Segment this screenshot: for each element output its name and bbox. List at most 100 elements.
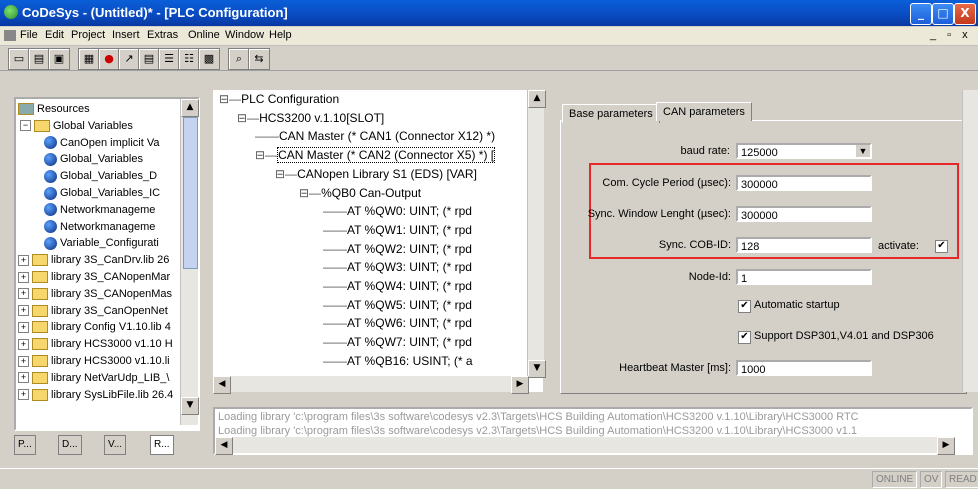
scroll-right-icon[interactable]: ▶ [511,376,529,394]
find-icon[interactable]: ⌕ [228,48,250,70]
step-icon[interactable]: ☷ [178,48,200,70]
title-bar[interactable]: CoDeSys - (Untitled)* - [PLC Configurati… [0,0,978,26]
collapse-icon[interactable]: ⊟— [299,186,321,200]
scroll-down-icon[interactable]: ▼ [528,360,546,378]
resource-tree-item[interactable]: + library HCS3000 v1.10.li [18,353,170,369]
menu-file[interactable]: File [20,29,38,41]
resource-tree-item[interactable]: + library 3S_CanOpenNet [18,303,168,319]
close-button[interactable]: X [954,3,976,25]
config-tree-item[interactable]: ——AT %QW6: UINT; (* rpd [323,316,472,330]
node-id-input[interactable]: 1 [736,269,872,285]
maximize-button[interactable]: □ [932,3,954,25]
expand-icon[interactable]: + [18,271,29,283]
resource-tree-item[interactable]: + library 3S_CANopenMas [18,286,172,302]
resource-tree-item[interactable]: Networkmanageme [44,219,155,235]
collapse-icon[interactable]: ⊟— [255,148,277,162]
config-tree-item[interactable]: ——AT %QW5: UINT; (* rpd [323,298,472,312]
resource-tree-item[interactable]: − Global Variables [20,118,133,134]
mdi-controls[interactable]: _ ▫ x [930,29,972,41]
collapse-icon[interactable]: − [20,120,31,132]
resource-tree-item[interactable]: + library Config V1.10.lib 4 [18,319,171,335]
heartbeat-input[interactable]: 1000 [736,360,872,376]
config-tree-item[interactable]: ——AT %QW1: UINT; (* rpd [323,223,472,237]
collapse-icon[interactable]: ⊟— [219,92,241,106]
menu-insert[interactable]: Insert [112,29,140,41]
tab-resources[interactable]: R... [150,435,174,455]
config-tree-item[interactable]: ——AT %QW2: UINT; (* rpd [323,242,472,256]
message-window[interactable]: Loading library 'c:\program files\3s sof… [213,407,973,455]
plc-configuration-tree[interactable]: ⊟—PLC Configuration ⊟—HCS3200 v.1.10[SLOT… [213,90,546,394]
expand-icon[interactable]: + [18,254,29,266]
config-tree-item[interactable]: ——AT %QB16: USINT; (* a [323,354,473,368]
expand-icon[interactable]: + [18,355,29,367]
cycle-period-input[interactable]: 300000 [736,175,872,191]
params-scrollbar[interactable] [962,90,978,392]
expand-icon[interactable]: + [18,305,29,317]
resource-tree-item[interactable]: CanOpen implicit Va [44,135,159,151]
config-tree-item[interactable]: ⊟—CAN Master (* CAN2 (Connector X5) *) [ [255,147,496,164]
collapse-icon[interactable]: —— [255,129,279,143]
menu-online[interactable]: Online [188,29,220,41]
config-tree-item[interactable]: ——AT %QW4: UINT; (* rpd [323,279,472,293]
config-vscrollbar[interactable]: ▲ ▼ [527,90,546,378]
scroll-right-icon[interactable]: ▶ [937,437,955,455]
monitor-icon[interactable]: ▩ [198,48,220,70]
support-dsp-checkbox[interactable]: ✔ [738,331,751,344]
tab-visualizations[interactable]: V... [104,435,127,455]
baud-rate-select[interactable]: 125000 ▼ [736,143,872,159]
tab-base-parameters[interactable]: Base parameters [562,104,660,123]
run-icon[interactable]: ☰ [158,48,180,70]
resource-tree-item[interactable]: Global_Variables_D [44,168,157,184]
tab-pous[interactable]: P... [14,435,36,455]
expand-icon[interactable]: + [18,288,29,300]
login-icon[interactable]: ↗ [118,48,140,70]
chevron-down-icon[interactable]: ▼ [856,145,870,157]
config-hscrollbar[interactable]: ◀ ▶ [213,376,529,394]
tab-can-parameters[interactable]: CAN parameters [656,102,752,121]
resource-tree-item[interactable]: Variable_Configurati [44,235,159,251]
stop-icon[interactable]: ● [98,48,120,70]
scroll-up-icon[interactable]: ▲ [528,90,546,108]
automatic-startup-checkbox[interactable]: ✔ [738,300,751,313]
config-tree-item[interactable]: ——AT %QW7: UINT; (* rpd [323,335,472,349]
resource-tree-item[interactable]: + library SysLibFile.lib 26.4 [18,387,173,403]
resources-tree-panel[interactable]: Resources − Global Variables CanOpen implic… [14,97,200,431]
resource-tree-item[interactable]: Networkmanageme [44,202,155,218]
collapse-icon[interactable]: ⊟— [275,167,297,181]
expand-icon[interactable]: + [18,321,29,333]
scroll-thumb[interactable] [183,117,198,269]
resource-tree-item[interactable]: + library 3S_CanDrv.lib 26 [18,252,169,268]
scroll-left-icon[interactable]: ◀ [213,376,231,394]
resource-tree-item[interactable]: Global_Variables [44,151,143,167]
config-tree-item[interactable]: ⊟—HCS3200 v.1.10[SLOT] [237,111,384,125]
config-tree-item[interactable]: ——AT %QW3: UINT; (* rpd [323,260,472,274]
config-tree-item[interactable]: ——AT %QW0: UINT; (* rpd [323,204,472,218]
build-icon[interactable]: ▦ [78,48,100,70]
menu-edit[interactable]: Edit [45,29,64,41]
menu-window[interactable]: Window [225,29,264,41]
config-tree-item[interactable]: ⊟—PLC Configuration [219,92,339,106]
resource-tree-item[interactable]: Global_Variables_IC [44,185,160,201]
sync-cobid-input[interactable]: 128 [736,237,872,253]
collapse-icon[interactable]: ⊟— [237,111,259,125]
expand-icon[interactable]: + [18,372,29,384]
menu-help[interactable]: Help [269,29,292,41]
replace-icon[interactable]: ⇆ [248,48,270,70]
minimize-button[interactable]: _ [910,3,932,25]
expand-icon[interactable]: + [18,338,29,350]
resources-scrollbar[interactable]: ▲ ▼ [180,99,199,425]
save-icon[interactable]: ▣ [48,48,70,70]
sync-window-input[interactable]: 300000 [736,206,872,222]
resource-tree-item[interactable]: + library HCS3000 v1.10 H [18,336,173,352]
log-hscrollbar[interactable]: ◀ ▶ [215,437,955,455]
activate-checkbox[interactable]: ✔ [935,240,948,253]
config-tree-item[interactable]: ——CAN Master (* CAN1 (Connector X12) *) [255,129,495,143]
menu-extras[interactable]: Extras [147,29,178,41]
expand-icon[interactable]: + [18,389,29,401]
open-icon[interactable]: ▤ [28,48,50,70]
resource-tree-item[interactable]: Resources [18,101,90,117]
scroll-up-icon[interactable]: ▲ [181,99,199,117]
config-tree-item[interactable]: ⊟—CANopen Library S1 (EDS) [VAR] [275,167,477,181]
tab-data-types[interactable]: D... [58,435,82,455]
config-tree-item[interactable]: ⊟—%QB0 Can-Output [299,186,421,200]
